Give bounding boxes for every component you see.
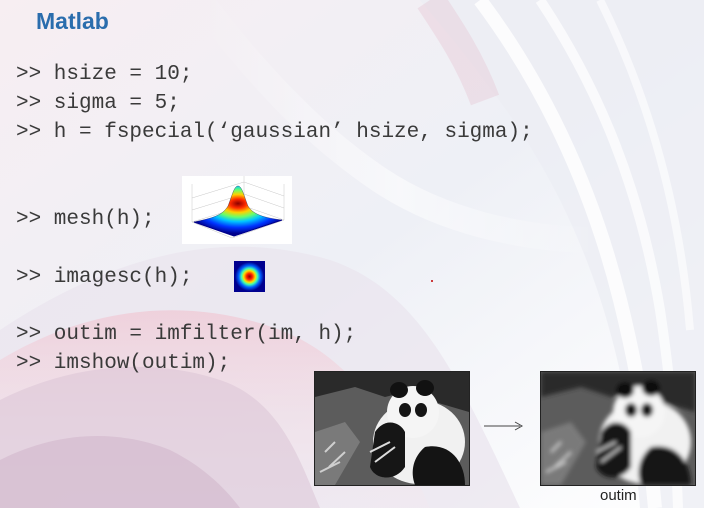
red-dot-mark bbox=[431, 280, 433, 282]
gaussian-mesh-plot bbox=[182, 176, 292, 244]
code-line-imfilter: >> outim = imfilter(im, h); bbox=[16, 323, 357, 346]
input-panda-image bbox=[314, 371, 470, 486]
output-image-caption: outim bbox=[600, 487, 637, 504]
code-line-fspecial: >> h = fspecial(‘gaussian’ hsize, sigma)… bbox=[16, 121, 533, 144]
gaussian-heatmap-plot bbox=[234, 261, 265, 292]
code-line-sigma: >> sigma = 5; bbox=[16, 92, 180, 115]
code-line-imshow: >> imshow(outim); bbox=[16, 352, 231, 375]
code-line-imagesc: >> imagesc(h); bbox=[16, 266, 193, 289]
code-line-hsize: >> hsize = 10; bbox=[16, 63, 193, 86]
output-blurred-panda-image bbox=[540, 371, 696, 486]
mesh-surface-graphic bbox=[191, 176, 285, 239]
right-arrow-icon bbox=[484, 421, 524, 431]
blurred-panda-graphic bbox=[541, 372, 695, 485]
heatmap-graphic bbox=[234, 261, 265, 292]
code-line-mesh: >> mesh(h); bbox=[16, 208, 155, 231]
panda-photo-graphic bbox=[315, 372, 469, 485]
slide-title: Matlab bbox=[36, 8, 109, 34]
